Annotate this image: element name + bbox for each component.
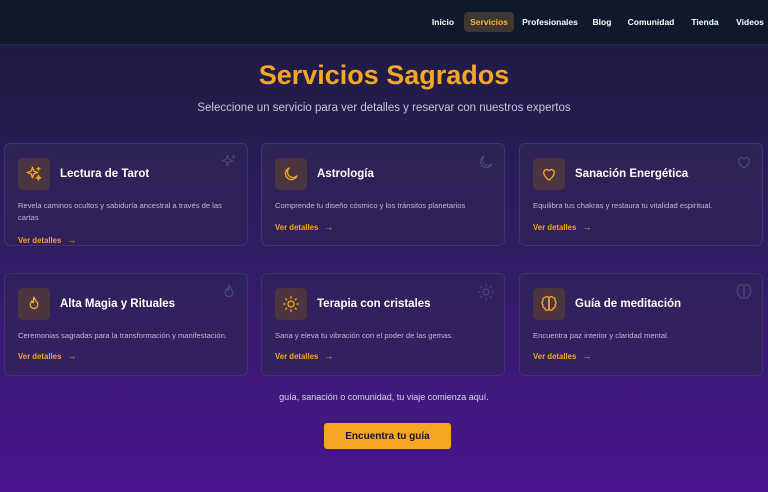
card-title: Alta Magia y Rituales (60, 298, 176, 310)
arrow-right-icon: → (67, 235, 77, 245)
card-title: Terapia con cristales (317, 298, 431, 310)
service-card-tarot[interactable]: Lectura de Tarot Revela caminos ocultos … (4, 143, 248, 246)
card-description: Comprende tu diseño cósmico y los tránsi… (275, 201, 466, 210)
nav-item-inicio[interactable]: Inicio (425, 12, 461, 32)
service-card-sanacion[interactable]: Sanación Energética Equilibra tus chakra… (519, 143, 763, 246)
nav-item-videos[interactable]: Videos (732, 12, 768, 32)
page-subtitle: Seleccione un servicio para ver detalles… (197, 102, 571, 114)
find-guide-button[interactable]: Encuentra tu guía (324, 423, 451, 449)
page-title: Servicios Sagrados (258, 60, 510, 90)
partially-hidden-text: guía, sanación o comunidad, tu viaje com… (279, 392, 489, 402)
card-description: Encuentra paz interior y claridad mental… (533, 331, 669, 340)
card-title: Sanación Energética (575, 168, 689, 180)
top-navigation: Inicio Servicios Profesionales Blog Comu… (0, 0, 768, 45)
card-title: Guía de meditación (575, 298, 682, 310)
sparkles-decor-icon (220, 153, 238, 171)
card-title: Lectura de Tarot (60, 168, 150, 180)
moon-icon (275, 158, 307, 190)
card-description: Ceremonias sagradas para la transformaci… (18, 331, 227, 340)
ver-detalles-link[interactable]: Ver detalles → (18, 235, 76, 245)
brain-decor-icon (735, 283, 753, 301)
sparkles-icon (18, 158, 50, 190)
arrow-right-icon: → (324, 351, 334, 361)
ver-detalles-link[interactable]: Ver detalles → (275, 351, 333, 361)
arrow-right-icon: → (582, 222, 592, 232)
brain-icon (533, 288, 565, 320)
heart-icon (533, 158, 565, 190)
service-card-astrologia[interactable]: Astrología Comprende tu diseño cósmico y… (261, 143, 505, 246)
arrow-right-icon: → (67, 351, 77, 361)
service-card-magia[interactable]: Alta Magia y Rituales Ceremonias sagrada… (4, 273, 248, 376)
sun-icon (275, 288, 307, 320)
service-card-meditacion[interactable]: Guía de meditación Encuentra paz interio… (519, 273, 763, 376)
card-description: Equilibra tus chakras y restaura tu vita… (533, 201, 713, 210)
arrow-right-icon: → (324, 222, 334, 232)
nav-item-servicios[interactable]: Servicios (464, 12, 514, 32)
flame-icon (18, 288, 50, 320)
heart-decor-icon (735, 153, 753, 171)
card-description: Sana y eleva tu vibración con el poder d… (275, 331, 454, 340)
nav-item-blog[interactable]: Blog (587, 12, 617, 32)
ver-detalles-link[interactable]: Ver detalles → (275, 222, 333, 232)
flame-decor-icon (220, 283, 238, 301)
ver-detalles-link[interactable]: Ver detalles → (18, 351, 76, 361)
card-description: Revela caminos ocultos y sabiduría ances… (18, 201, 222, 222)
nav-item-profesionales[interactable]: Profesionales (520, 12, 580, 32)
sun-decor-icon (477, 283, 495, 301)
arrow-right-icon: → (582, 351, 592, 361)
card-title: Astrología (317, 168, 374, 180)
nav-item-tienda[interactable]: Tienda (686, 12, 724, 32)
ver-detalles-link[interactable]: Ver detalles → (533, 351, 591, 361)
service-card-cristales[interactable]: Terapia con cristales Sana y eleva tu vi… (261, 273, 505, 376)
ver-detalles-link[interactable]: Ver detalles → (533, 222, 591, 232)
nav-item-comunidad[interactable]: Comunidad (624, 12, 678, 32)
moon-decor-icon (477, 153, 495, 171)
